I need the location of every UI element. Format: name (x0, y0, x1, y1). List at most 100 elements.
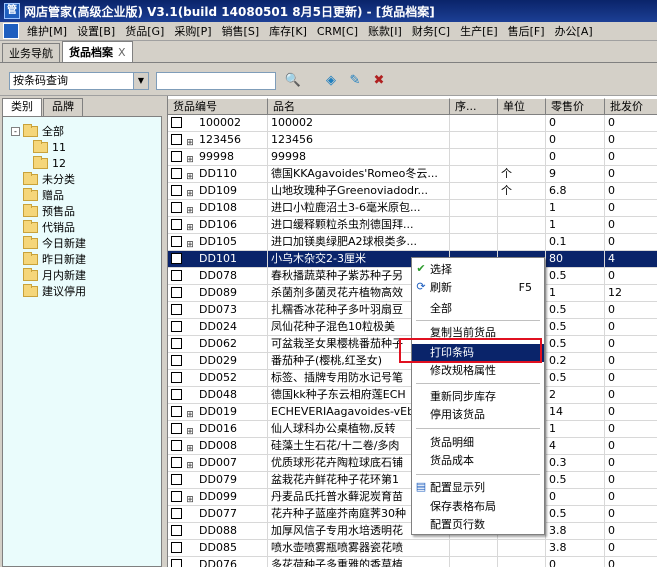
tree-node[interactable]: 月内新建 (3, 267, 161, 283)
menu-item[interactable]: CRM[C] (312, 25, 363, 38)
network-sync-icon: ⊞ (186, 461, 194, 471)
row-checkbox[interactable] (171, 525, 182, 536)
tab-brand[interactable]: 品牌 (43, 98, 83, 116)
cell-text: 喷水壶喷雾瓶喷雾器瓷花喷 (271, 541, 403, 554)
collapse-icon[interactable]: - (11, 126, 20, 136)
context-menu-item[interactable]: 保存表格布局 (412, 498, 544, 516)
row-checkbox[interactable] (171, 270, 182, 281)
table-cell-retail: 0.1 (546, 234, 605, 250)
row-checkbox[interactable] (171, 389, 182, 400)
row-checkbox[interactable] (171, 287, 182, 298)
tab-business-nav[interactable]: 业务导航 (2, 43, 60, 62)
table-row[interactable]: ⊞ DD110 德国KKAgavoides'Romeo冬云... 个 9 0 (168, 166, 657, 183)
table-row[interactable]: 100002 100002 0 0 (168, 115, 657, 132)
system-menu-icon[interactable] (3, 23, 19, 39)
tree-node[interactable]: 赠品 (3, 187, 161, 203)
context-menu-item[interactable]: 重新同步库存 (412, 388, 544, 406)
row-checkbox[interactable] (171, 151, 182, 162)
column-header[interactable]: 单位 (498, 98, 546, 115)
tree-node[interactable]: 未分类 (3, 171, 161, 187)
row-checkbox[interactable] (171, 185, 182, 196)
table-row[interactable]: DD076 多花荷种子多重雅的香草植 0 0 (168, 557, 657, 567)
cell-text: 进口小粒鹿沼土3-6毫米原包... (271, 201, 421, 214)
context-menu-item[interactable]: 货品明细 (412, 434, 544, 452)
row-checkbox[interactable] (171, 491, 182, 502)
tree-node[interactable]: 11 (3, 139, 161, 155)
row-checkbox[interactable] (171, 338, 182, 349)
tree-node[interactable]: 昨日新建 (3, 251, 161, 267)
row-checkbox[interactable] (171, 236, 182, 247)
row-checkbox[interactable] (171, 542, 182, 553)
row-checkbox[interactable] (171, 355, 182, 366)
row-checkbox[interactable] (171, 134, 182, 145)
menu-item[interactable]: 财务[C] (407, 23, 455, 39)
row-checkbox[interactable] (171, 168, 182, 179)
tab-goods-archive[interactable]: 货品档案 X (62, 41, 133, 62)
tree-node[interactable]: 12 (3, 155, 161, 171)
context-menu-item[interactable]: ✔ 选择 (412, 261, 544, 279)
row-checkbox[interactable] (171, 202, 182, 213)
context-menu-item[interactable]: 停用该货品 (412, 406, 544, 424)
add-goods-icon[interactable]: ◈ (322, 72, 340, 90)
context-menu-item[interactable]: ▤ 配置显示列 (412, 479, 544, 497)
row-checkbox[interactable] (171, 219, 182, 230)
tree-node[interactable]: 代销品 (3, 219, 161, 235)
context-menu-item[interactable]: 修改规格属性 (412, 362, 544, 380)
table-row[interactable]: ⊞ DD106 进口缓释颗粒杀虫剂德国拜... 1 0 (168, 217, 657, 234)
column-header[interactable]: 货品编号 (168, 98, 268, 115)
delete-goods-icon[interactable]: ✖ (370, 72, 388, 90)
menu-item[interactable]: 设置[B] (72, 23, 120, 39)
menu-item[interactable]: 办公[A] (550, 23, 598, 39)
context-menu-item[interactable]: 全部 (412, 300, 544, 318)
row-checkbox[interactable] (171, 406, 182, 417)
search-input[interactable] (156, 72, 276, 90)
cell-text: 0.5 (549, 507, 567, 520)
table-row[interactable]: ⊞ DD105 进口加镁奥绿肥A2球根类多... 0.1 0 (168, 234, 657, 251)
row-checkbox[interactable] (171, 253, 182, 264)
row-checkbox[interactable] (171, 304, 182, 315)
menu-item[interactable]: 销售[S] (217, 23, 265, 39)
search-icon[interactable]: 🔍 (284, 72, 302, 90)
tab-category[interactable]: 类别 (2, 98, 42, 116)
table-row[interactable]: ⊞ DD108 进口小粒鹿沼土3-6毫米原包... 1 0 (168, 200, 657, 217)
row-checkbox[interactable] (171, 372, 182, 383)
row-checkbox[interactable] (171, 474, 182, 485)
row-checkbox[interactable] (171, 559, 182, 567)
menu-item[interactable]: 生产[E] (455, 23, 503, 39)
menu-bar: 维护[M] 设置[B] 货品[G] 采购[P] 销售[S] 库存[K] CRM[C] 账款[I… (0, 22, 657, 41)
menu-item[interactable]: 货品[G] (120, 23, 169, 39)
edit-goods-icon[interactable]: ✎ (346, 72, 364, 90)
table-row[interactable]: DD085 喷水壶喷雾瓶喷雾器瓷花喷 3.8 0 (168, 540, 657, 557)
menu-item[interactable]: 账款[I] (363, 23, 407, 39)
menu-item[interactable]: 售后[F] (503, 23, 550, 39)
context-menu-item[interactable]: 配置页行数 (412, 516, 544, 534)
row-checkbox[interactable] (171, 423, 182, 434)
menu-item[interactable]: 库存[K] (264, 23, 312, 39)
column-header[interactable]: 零售价 (546, 98, 605, 115)
table-row[interactable]: ⊞ 99998 99998 0 0 (168, 149, 657, 166)
row-checkbox[interactable] (171, 508, 182, 519)
menu-item[interactable]: 维护[M] (22, 23, 72, 39)
tree-node[interactable]: 今日新建 (3, 235, 161, 251)
column-header[interactable]: 序... (450, 98, 498, 115)
context-menu-item[interactable]: 打印条码 (412, 344, 544, 362)
chevron-down-icon[interactable]: ▼ (133, 73, 148, 89)
column-header[interactable]: 品名 (268, 98, 450, 115)
tree-node[interactable]: 建议停用 (3, 283, 161, 299)
query-mode-select[interactable]: 按条码查询 ▼ (9, 72, 149, 90)
column-header[interactable]: 批发价 (605, 98, 657, 115)
row-checkbox[interactable] (171, 117, 182, 128)
table-row[interactable]: ⊞ 123456 123456 0 0 (168, 132, 657, 149)
tree-node[interactable]: - 全部 (3, 123, 161, 139)
cell-text: DD007 (199, 456, 237, 469)
context-menu-item[interactable]: 货品成本 (412, 452, 544, 470)
row-checkbox[interactable] (171, 457, 182, 468)
row-checkbox[interactable] (171, 440, 182, 451)
row-checkbox[interactable] (171, 321, 182, 332)
menu-item[interactable]: 采购[P] (169, 23, 216, 39)
context-menu-item[interactable]: 复制当前货品 (412, 324, 544, 342)
tree-node[interactable]: 预售品 (3, 203, 161, 219)
tab-close-icon[interactable]: X (118, 46, 126, 59)
context-menu-item[interactable]: ⟳ 刷新 F5 (412, 279, 544, 297)
table-row[interactable]: ⊞ DD109 山地玫瑰种子Greenoviadodr... 个 6.8 0 (168, 183, 657, 200)
